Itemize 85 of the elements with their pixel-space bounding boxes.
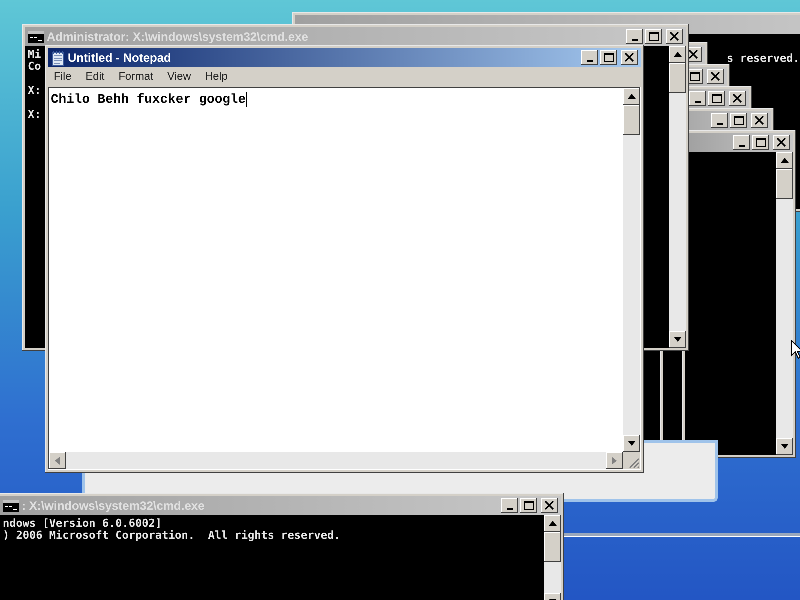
close-button[interactable] xyxy=(621,50,638,65)
menu-item[interactable]: View xyxy=(168,68,192,86)
window-title: : X:\windows\system32\cmd.exe xyxy=(22,498,206,514)
scrollbar-thumb[interactable] xyxy=(669,63,686,93)
console-line: ndows [Version 6.0.6002] xyxy=(3,518,162,530)
console-line: Co xyxy=(28,61,42,73)
console-line: s reserved. xyxy=(727,53,800,65)
minimize-button[interactable] xyxy=(733,135,750,150)
scroll-right-button[interactable] xyxy=(606,452,623,469)
close-button[interactable] xyxy=(751,113,768,128)
up-arrow-icon xyxy=(628,94,636,99)
close-icon xyxy=(670,32,679,41)
right-arrow-icon xyxy=(612,456,617,464)
maximize-icon xyxy=(690,72,700,81)
menu-item[interactable]: Edit xyxy=(86,68,105,86)
scroll-up-button[interactable] xyxy=(544,515,561,532)
minimize-icon xyxy=(738,145,744,147)
maximize-icon xyxy=(524,501,534,510)
menu-item[interactable]: Format xyxy=(118,68,154,86)
minimize-button[interactable] xyxy=(711,113,728,128)
scroll-up-button[interactable] xyxy=(623,88,640,105)
minimize-icon xyxy=(716,123,722,125)
resize-grip-icon xyxy=(628,457,640,469)
close-icon xyxy=(733,94,742,103)
minimize-icon xyxy=(632,39,638,41)
menu-item[interactable]: Help xyxy=(205,68,228,86)
close-button[interactable] xyxy=(707,69,724,84)
typed-text: Chilo Behh fuxcker google xyxy=(51,92,246,107)
console-line: ) 2006 Microsoft Corporation. All rights reserved. xyxy=(3,530,341,542)
console-line: X: xyxy=(28,85,42,97)
up-arrow-icon xyxy=(674,52,682,57)
close-icon xyxy=(755,116,764,125)
cursor-icon xyxy=(791,340,800,359)
minimize-button[interactable] xyxy=(581,50,598,65)
close-icon xyxy=(625,53,634,62)
scrollbar-thumb[interactable] xyxy=(776,169,793,199)
maximize-button[interactable] xyxy=(730,113,747,128)
scroll-down-button[interactable] xyxy=(669,331,686,348)
notepad-icon xyxy=(51,50,65,66)
maximize-icon xyxy=(712,94,722,103)
close-button[interactable] xyxy=(729,91,746,106)
window-title: Untitled - Notepad xyxy=(68,50,172,66)
scroll-down-button[interactable] xyxy=(776,438,793,455)
down-arrow-icon xyxy=(628,441,636,446)
console-line: X: xyxy=(28,109,42,121)
maximize-icon xyxy=(648,32,658,41)
maximize-button[interactable] xyxy=(708,91,725,106)
close-icon xyxy=(711,72,720,81)
minimize-button[interactable] xyxy=(626,29,643,44)
scroll-down-button[interactable] xyxy=(623,435,640,452)
maximize-icon xyxy=(756,138,766,147)
text-area[interactable]: Chilo Behh fuxcker google xyxy=(48,87,641,470)
up-arrow-icon xyxy=(548,521,556,526)
maximize-icon xyxy=(734,116,744,125)
minimize-button[interactable] xyxy=(689,91,706,106)
minimize-icon xyxy=(694,101,700,103)
close-button[interactable] xyxy=(666,29,683,44)
minimize-button[interactable] xyxy=(501,498,518,513)
maximize-icon xyxy=(604,53,614,62)
left-arrow-icon xyxy=(55,456,60,464)
scrollbar-thumb[interactable] xyxy=(544,532,561,562)
minimize-icon xyxy=(506,508,512,510)
scroll-up-button[interactable] xyxy=(669,46,686,63)
close-icon xyxy=(689,50,698,59)
up-arrow-icon xyxy=(780,158,788,163)
close-button[interactable] xyxy=(773,135,790,150)
menu-item[interactable]: File xyxy=(54,68,72,86)
close-icon xyxy=(777,138,786,147)
console-line: Mi xyxy=(28,49,42,61)
window-title: Administrator: X:\windows\system32\cmd.exe xyxy=(47,28,310,46)
scroll-up-button[interactable] xyxy=(776,152,793,169)
down-arrow-icon xyxy=(674,337,682,342)
maximize-button[interactable] xyxy=(645,29,662,44)
text-cursor xyxy=(246,92,248,108)
maximize-button[interactable] xyxy=(600,50,617,65)
maximize-button[interactable] xyxy=(752,135,769,150)
console-icon xyxy=(3,498,19,512)
minimize-icon xyxy=(586,60,592,62)
down-arrow-icon xyxy=(780,444,788,449)
console-icon xyxy=(28,30,44,44)
scroll-left-button[interactable] xyxy=(49,452,66,469)
maximize-button[interactable] xyxy=(520,498,537,513)
scrollbar-thumb[interactable] xyxy=(623,105,640,135)
close-button[interactable] xyxy=(541,498,558,513)
close-icon xyxy=(545,501,554,510)
